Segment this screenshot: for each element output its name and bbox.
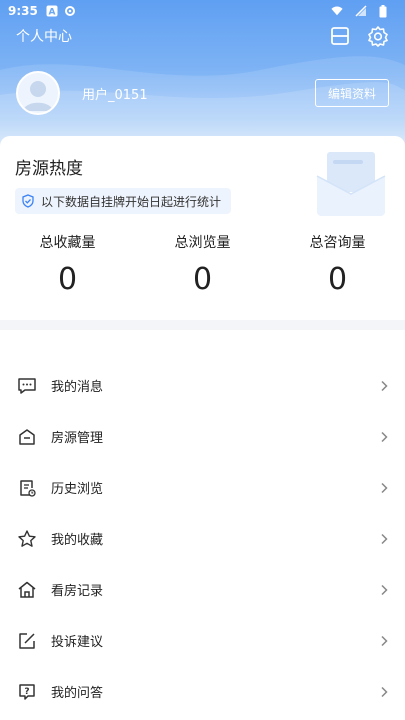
menu-item-label: 我的消息 bbox=[51, 380, 104, 395]
document-illustration-icon bbox=[315, 150, 387, 216]
wifi-icon bbox=[331, 5, 343, 17]
chevron-right-icon bbox=[379, 380, 389, 392]
stat-label: 总收藏量 bbox=[39, 235, 96, 251]
stat-value: 0 bbox=[57, 262, 78, 297]
menu-item-history[interactable]: 历史浏览 bbox=[0, 462, 405, 513]
battery-icon bbox=[379, 5, 391, 18]
message-icon bbox=[17, 376, 37, 396]
scan-icon[interactable] bbox=[329, 25, 351, 47]
house-manage-icon bbox=[17, 427, 37, 447]
menu-item-favorites[interactable]: 我的收藏 bbox=[0, 513, 405, 564]
page-title: 个人中心 bbox=[16, 29, 72, 45]
chevron-right-icon bbox=[379, 584, 389, 596]
menu-item-label: 看房记录 bbox=[51, 584, 104, 599]
username: 用户_0151 bbox=[82, 87, 148, 103]
stat-label: 总浏览量 bbox=[174, 235, 231, 251]
status-bar: 9:35 A bbox=[0, 0, 405, 22]
menu-item-messages[interactable]: 我的消息 bbox=[0, 360, 405, 411]
chevron-right-icon bbox=[379, 482, 389, 494]
star-icon bbox=[17, 529, 37, 549]
stat-label: 总咨询量 bbox=[309, 235, 366, 251]
menu-list: 我的消息 房源管理 历史浏览 我的收藏 看房记录 投诉建议 ? 我的问答 bbox=[0, 360, 405, 717]
menu-item-qa[interactable]: ? 我的问答 bbox=[0, 666, 405, 717]
menu-item-label: 房源管理 bbox=[51, 431, 104, 446]
chevron-right-icon bbox=[379, 635, 389, 647]
chevron-right-icon bbox=[379, 431, 389, 443]
home-icon bbox=[17, 580, 37, 600]
gear-status-icon bbox=[64, 5, 76, 17]
statistics-notice: 以下数据自挂牌开始日起进行统计 bbox=[15, 188, 232, 214]
stats-row: 总收藏量 0 总浏览量 0 总咨询量 0 bbox=[0, 232, 405, 297]
stat-value: 0 bbox=[192, 262, 213, 297]
menu-item-label: 我的问答 bbox=[51, 686, 104, 701]
menu-item-complaints[interactable]: 投诉建议 bbox=[0, 615, 405, 666]
title-bar: 个人中心 bbox=[0, 22, 405, 50]
menu-item-label: 历史浏览 bbox=[51, 482, 104, 497]
menu-item-house-management[interactable]: 房源管理 bbox=[0, 411, 405, 462]
a-badge-icon: A bbox=[46, 5, 58, 17]
svg-text:?: ? bbox=[24, 687, 29, 697]
settings-icon[interactable] bbox=[367, 25, 389, 47]
stat-favorites: 总收藏量 0 bbox=[0, 232, 135, 297]
stat-views: 总浏览量 0 bbox=[135, 232, 270, 297]
section-divider bbox=[0, 320, 405, 330]
profile-section: 用户_0151 编辑资料 bbox=[16, 68, 389, 118]
question-icon: ? bbox=[17, 682, 37, 702]
popularity-card: 房源热度 以下数据自挂牌开始日起进行统计 总收藏量 0 总浏览量 0 总咨询量 … bbox=[0, 136, 405, 320]
stat-value: 0 bbox=[327, 262, 348, 297]
notice-text: 以下数据自挂牌开始日起进行统计 bbox=[41, 194, 222, 209]
menu-item-label: 投诉建议 bbox=[51, 635, 104, 650]
history-icon bbox=[17, 478, 37, 498]
popularity-title: 房源热度 bbox=[15, 159, 83, 179]
check-circle-icon bbox=[21, 194, 35, 208]
chevron-right-icon bbox=[379, 686, 389, 698]
edit-profile-button[interactable]: 编辑资料 bbox=[315, 79, 389, 107]
chevron-right-icon bbox=[379, 533, 389, 545]
status-time: 9:35 bbox=[8, 4, 38, 18]
avatar[interactable] bbox=[16, 71, 60, 115]
edit-icon bbox=[17, 631, 37, 651]
menu-item-viewing-records[interactable]: 看房记录 bbox=[0, 564, 405, 615]
mute-icon bbox=[355, 5, 367, 17]
stat-inquiries: 总咨询量 0 bbox=[270, 232, 405, 297]
svg-text:A: A bbox=[48, 8, 55, 18]
menu-item-label: 我的收藏 bbox=[51, 533, 104, 548]
